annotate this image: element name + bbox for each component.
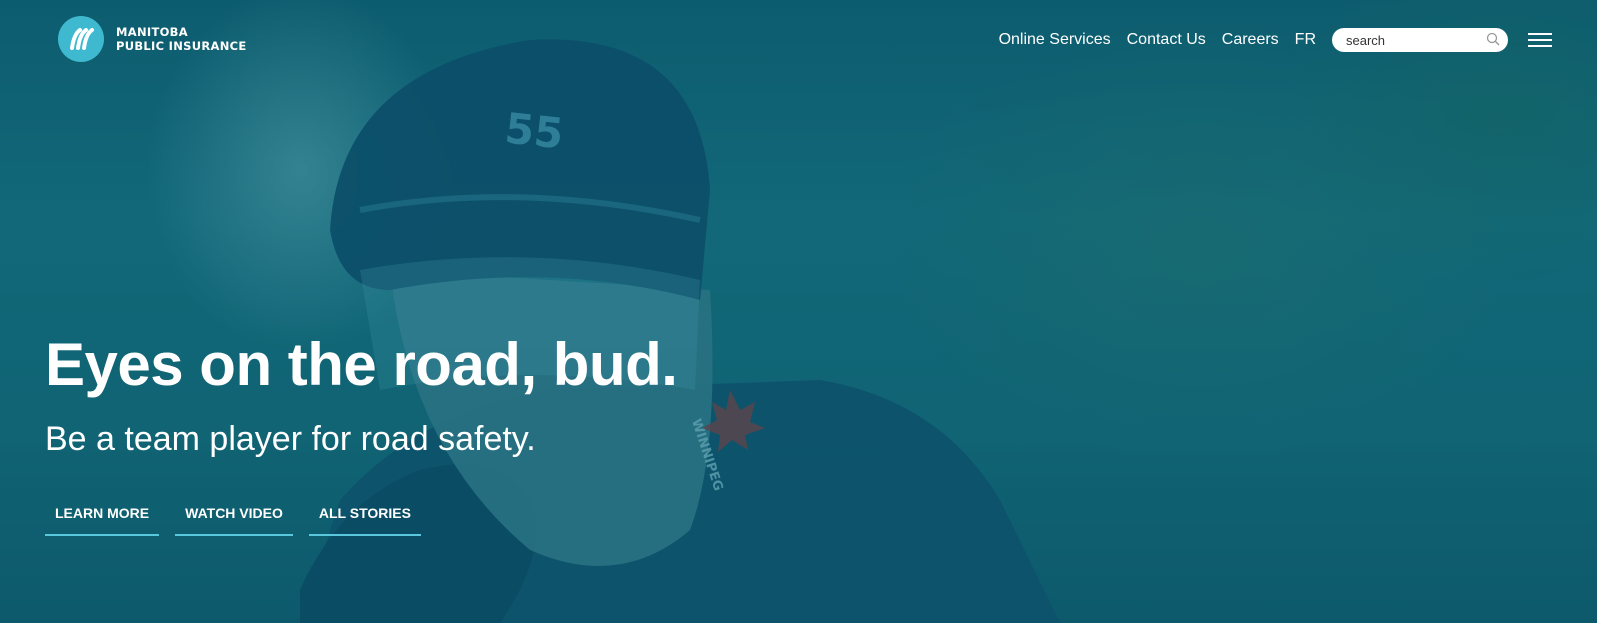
nav-language-fr[interactable]: FR: [1295, 31, 1316, 49]
nav-online-services[interactable]: Online Services: [999, 31, 1111, 49]
hero-headline: Eyes on the road, bud.: [45, 331, 678, 398]
all-stories-button[interactable]: ALL STORIES: [308, 500, 421, 536]
brand-line-1: MANITOBA: [116, 25, 188, 39]
brand-line-2: PUBLIC INSURANCE: [116, 39, 247, 53]
brand-wordmark: MANITOBA PUBLIC INSURANCE: [116, 25, 247, 53]
learn-more-button[interactable]: LEARN MORE: [45, 500, 160, 536]
hamburger-menu-icon[interactable]: [1528, 33, 1552, 47]
search-icon[interactable]: [1486, 32, 1500, 51]
watch-video-button[interactable]: WATCH VIDEO: [175, 500, 293, 536]
search-box: [1332, 28, 1508, 52]
nav-careers[interactable]: Careers: [1222, 31, 1279, 49]
mpi-logo-icon: [58, 16, 104, 62]
nav-contact-us[interactable]: Contact Us: [1127, 31, 1206, 49]
hero-subheadline: Be a team player for road safety.: [45, 420, 536, 458]
hero-banner: 55 WINNIPEG MANITOBA PUBLIC INSURANCE On…: [0, 0, 1597, 623]
search-input[interactable]: [1332, 28, 1486, 52]
utility-nav: Online Services Contact Us Careers FR: [999, 28, 1552, 52]
brand-logo[interactable]: MANITOBA PUBLIC INSURANCE: [58, 16, 247, 62]
hero-actions: LEARN MORE WATCH VIDEO ALL STORIES: [45, 500, 437, 536]
top-navigation: MANITOBA PUBLIC INSURANCE Online Service…: [0, 0, 1597, 78]
